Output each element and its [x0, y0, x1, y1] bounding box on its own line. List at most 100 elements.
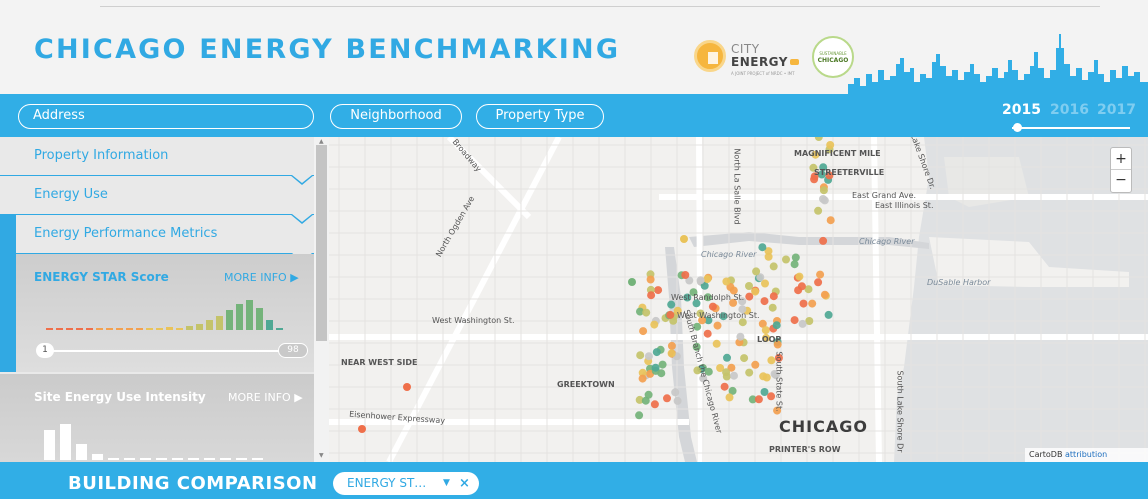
building-marker[interactable] [712, 339, 721, 348]
building-marker[interactable] [639, 327, 648, 336]
building-marker[interactable] [708, 302, 717, 311]
building-marker[interactable] [703, 275, 712, 284]
accordion-energy-use[interactable]: Energy Use [0, 176, 314, 214]
year-slider-handle[interactable] [1013, 123, 1022, 132]
building-marker[interactable] [628, 278, 636, 286]
chevron-down-icon[interactable]: ▼ [443, 472, 450, 495]
building-marker[interactable] [646, 275, 655, 284]
building-marker[interactable] [696, 276, 705, 285]
building-marker[interactable] [790, 260, 799, 269]
building-marker[interactable] [758, 243, 767, 252]
building-marker[interactable] [673, 396, 682, 405]
site-eui-more-info-link[interactable]: MORE INFO ▶ [228, 391, 303, 404]
building-marker[interactable] [644, 352, 653, 361]
building-marker[interactable] [826, 216, 835, 225]
energy-star-more-info-link[interactable]: MORE INFO ▶ [224, 271, 299, 284]
building-marker[interactable] [824, 310, 833, 319]
building-marker[interactable] [762, 373, 771, 382]
building-marker[interactable] [663, 394, 671, 403]
year-option-2017[interactable]: 2017 [1097, 102, 1136, 118]
building-marker[interactable] [760, 297, 769, 306]
building-marker[interactable] [722, 372, 731, 381]
building-marker[interactable] [740, 354, 749, 363]
building-marker[interactable] [745, 282, 753, 290]
building-marker[interactable] [797, 282, 806, 291]
building-marker[interactable] [798, 319, 807, 328]
building-marker[interactable] [819, 186, 828, 195]
building-marker[interactable] [650, 400, 659, 409]
building-marker[interactable] [723, 353, 731, 362]
year-slider-track[interactable] [1012, 127, 1130, 129]
scroll-up-icon[interactable]: ▲ [319, 138, 324, 145]
building-marker[interactable] [790, 316, 799, 325]
building-marker[interactable] [769, 262, 778, 271]
building-marker[interactable] [666, 310, 675, 319]
sidebar-scrollbar[interactable]: ▲ ▼ [314, 137, 329, 462]
building-marker[interactable] [647, 291, 656, 300]
building-marker[interactable] [814, 137, 823, 141]
building-marker[interactable] [667, 349, 676, 358]
map[interactable]: MAGNIFICENT MILE STREETERVILLE East Gran… [329, 137, 1148, 462]
property-type-filter-button[interactable]: Property Type [476, 104, 604, 129]
building-marker[interactable] [826, 141, 835, 149]
building-marker[interactable] [680, 235, 688, 243]
building-marker[interactable] [642, 308, 651, 317]
building-marker[interactable] [764, 252, 773, 261]
building-marker[interactable] [752, 267, 761, 276]
building-marker[interactable] [760, 388, 769, 396]
building-marker[interactable] [819, 236, 828, 245]
building-marker[interactable] [713, 321, 722, 330]
building-marker[interactable] [651, 363, 660, 372]
metric-filter-chip[interactable]: ENERGY ST… ▼ × [333, 472, 479, 495]
building-marker[interactable] [635, 411, 644, 420]
building-marker[interactable] [681, 271, 690, 279]
building-marker[interactable] [791, 253, 800, 262]
building-marker[interactable] [667, 341, 676, 350]
building-marker[interactable] [358, 425, 366, 433]
building-marker[interactable] [736, 332, 745, 341]
zoom-out-button[interactable]: − [1111, 170, 1131, 192]
building-marker[interactable] [799, 299, 808, 308]
building-marker[interactable] [636, 351, 645, 360]
neighborhood-filter-button[interactable]: Neighborhood [330, 104, 462, 129]
building-marker[interactable] [745, 292, 754, 301]
building-marker[interactable] [782, 255, 790, 264]
scroll-down-icon[interactable]: ▼ [319, 452, 324, 459]
building-marker[interactable] [720, 382, 729, 391]
building-marker[interactable] [722, 277, 731, 286]
energy-star-range-max-handle[interactable]: 98 [278, 343, 308, 358]
accordion-property-information[interactable]: Property Information [0, 137, 314, 175]
building-marker[interactable] [769, 292, 778, 301]
year-option-2015[interactable]: 2015 [1002, 102, 1041, 118]
building-marker[interactable] [751, 360, 760, 369]
energy-star-range-min-handle[interactable]: 1 [36, 343, 54, 358]
energy-star-range-slider[interactable] [42, 350, 306, 352]
building-marker[interactable] [658, 360, 667, 369]
building-marker[interactable] [638, 374, 647, 383]
year-option-2016[interactable]: 2016 [1050, 102, 1089, 118]
accordion-energy-performance-metrics[interactable]: Energy Performance Metrics [0, 215, 314, 253]
building-marker[interactable] [745, 368, 754, 377]
city-energy-logo[interactable]: CITY ENERGY A JOINT PROJECT of NRDC • IM… [694, 40, 806, 84]
address-search-input[interactable]: Address [18, 104, 314, 129]
zoom-in-button[interactable]: + [1111, 148, 1131, 170]
building-marker[interactable] [814, 278, 823, 287]
building-marker[interactable] [761, 326, 770, 335]
building-marker[interactable] [820, 290, 829, 299]
building-marker[interactable] [808, 299, 817, 308]
building-marker[interactable] [814, 206, 823, 215]
building-marker[interactable] [650, 320, 659, 329]
building-marker[interactable] [654, 286, 663, 295]
building-marker[interactable] [730, 371, 738, 380]
building-marker[interactable] [768, 303, 777, 312]
scrollbar-thumb[interactable] [316, 145, 327, 341]
building-marker[interactable] [819, 195, 827, 203]
building-marker[interactable] [703, 329, 712, 338]
building-marker[interactable] [795, 272, 804, 281]
building-marker[interactable] [671, 388, 680, 397]
building-marker[interactable] [652, 348, 661, 357]
building-marker[interactable] [816, 270, 825, 279]
building-marker[interactable] [772, 321, 781, 330]
attribution-link[interactable]: attribution [1065, 450, 1107, 459]
building-marker[interactable] [644, 390, 653, 399]
